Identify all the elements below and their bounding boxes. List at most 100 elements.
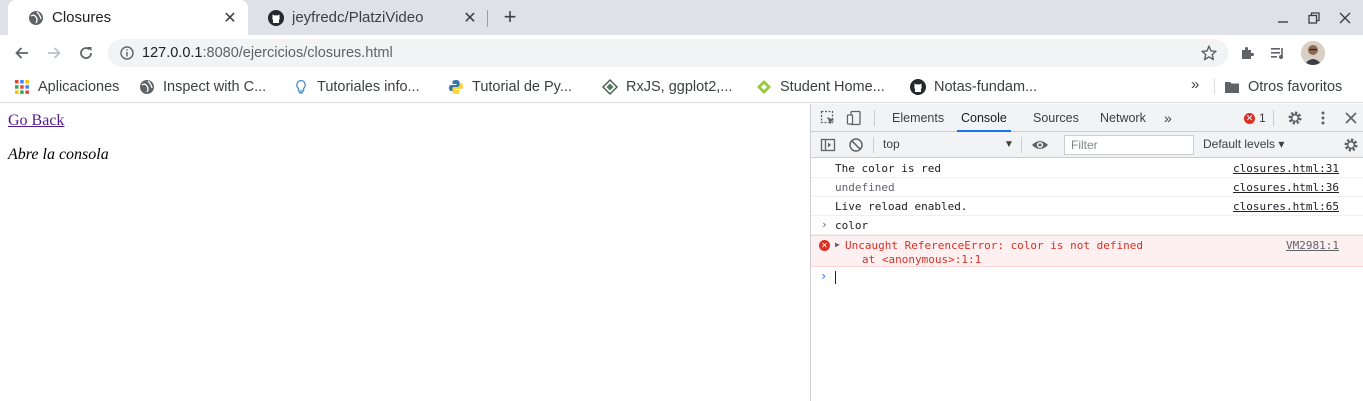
source-link[interactable]: closures.html:36 <box>1233 181 1339 194</box>
tab-separator <box>487 10 488 27</box>
source-link[interactable]: VM2981:1 <box>1286 239 1339 252</box>
python-icon <box>449 80 463 94</box>
bookmark-student-home[interactable]: Student Home... <box>756 77 885 97</box>
bookmark-label: RxJS, ggplot2,... <box>626 79 733 95</box>
bookmark-label: Inspect with C... <box>163 79 267 95</box>
globe-icon <box>140 80 154 94</box>
tab-console[interactable]: Console <box>957 104 1011 132</box>
tab-elements[interactable]: Elements <box>892 104 944 132</box>
page-text: Abre la consola <box>8 146 109 163</box>
tab-title: Closures <box>52 9 112 26</box>
bookmark-tutoriales[interactable]: Tutoriales info... <box>293 77 420 97</box>
bookmark-label: Aplicaciones <box>38 79 120 95</box>
diamond-icon <box>602 79 618 95</box>
address-bar[interactable]: 127.0.0.1:8080/ejercicios/closures.html <box>108 39 1228 67</box>
error-count: 1 <box>1259 111 1266 125</box>
close-devtools-icon[interactable] <box>1342 109 1360 127</box>
console-prompt[interactable]: › <box>811 267 1363 287</box>
arrow-right-icon <box>48 47 61 59</box>
show-sidebar-icon[interactable] <box>819 136 837 154</box>
error-message: Uncaught ReferenceError: color is not de… <box>845 239 1144 252</box>
more-options-icon[interactable] <box>1314 109 1332 127</box>
filter-input[interactable]: Filter <box>1064 135 1194 155</box>
reload-icon <box>80 47 92 59</box>
profile-avatar[interactable] <box>1301 41 1325 65</box>
tab-title: jeyfredc/PlatziVideo <box>292 9 424 26</box>
device-toolbar-icon[interactable] <box>845 109 863 127</box>
extensions-icon[interactable] <box>1237 43 1257 63</box>
console-input-echo: › color <box>811 216 1363 235</box>
bookmark-inspect[interactable]: Inspect with C... <box>139 77 266 97</box>
inspect-element-icon[interactable] <box>819 109 837 127</box>
devtools-tabbar: Elements Console Sources Network » ✕ 1 <box>811 104 1363 132</box>
toolbar-divider <box>873 137 874 153</box>
error-icon: ✕ <box>819 240 830 251</box>
tab-platzivideo[interactable]: jeyfredc/PlatziVideo ✕ <box>248 0 488 35</box>
source-link[interactable]: closures.html:31 <box>1233 162 1339 175</box>
eye-icon[interactable] <box>1031 136 1049 154</box>
bookmark-aplicaciones[interactable]: Aplicaciones <box>14 77 119 97</box>
clear-console-icon[interactable] <box>847 136 865 154</box>
log-levels-dropdown[interactable]: Default levels ▾ <box>1203 137 1284 151</box>
source-link[interactable]: closures.html:65 <box>1233 200 1339 213</box>
bookmark-rxjs[interactable]: RxJS, ggplot2,... <box>602 77 732 97</box>
console-error: ✕ ▶ Uncaught ReferenceError: color is no… <box>811 235 1363 267</box>
error-counter[interactable]: ✕ 1 <box>1244 111 1266 125</box>
info-icon[interactable] <box>120 46 134 60</box>
bookmark-notas[interactable]: Notas-fundam... <box>910 77 1037 97</box>
console-message: Live reload enabled. closures.html:65 <box>811 197 1363 216</box>
bookmark-label: Tutorial de Py... <box>472 79 572 95</box>
bookmark-label: Student Home... <box>780 79 885 95</box>
dropdown-arrow-icon[interactable]: ▼ <box>1004 139 1014 150</box>
message-text: The color is red <box>835 162 941 175</box>
close-window-icon[interactable] <box>1335 8 1355 28</box>
tab-close-icon[interactable]: ✕ <box>220 8 240 28</box>
url-host: 127.0.0.1 <box>142 45 203 61</box>
arrow-left-icon <box>15 47 28 59</box>
tab-network[interactable]: Network <box>1100 104 1146 132</box>
error-stack: at <anonymous>:1:1 <box>862 253 982 266</box>
media-control-icon[interactable] <box>1268 43 1288 63</box>
star-icon[interactable] <box>1200 44 1218 62</box>
message-text: undefined <box>835 181 895 194</box>
page-content: Go Back Abre la consola <box>0 104 810 401</box>
browser-toolbar: 127.0.0.1:8080/ejercicios/closures.html <box>0 35 1363 71</box>
console-message: undefined closures.html:36 <box>811 178 1363 197</box>
console-output: The color is red closures.html:31 undefi… <box>811 159 1363 287</box>
more-tabs-button[interactable]: » <box>1164 104 1172 132</box>
text-cursor <box>835 271 836 284</box>
other-bookmarks-folder[interactable]: Otros favoritos <box>1224 77 1342 97</box>
toolbar-divider <box>874 110 875 126</box>
url-text[interactable]: 127.0.0.1:8080/ejercicios/closures.html <box>142 45 393 61</box>
console-settings-gear-icon[interactable] <box>1342 136 1360 154</box>
message-text: color <box>835 219 869 232</box>
more-bookmarks-button[interactable]: » <box>1191 76 1199 93</box>
toolbar-divider <box>1273 110 1274 126</box>
expand-triangle-icon[interactable]: ▶ <box>835 240 840 249</box>
apps-grid-icon <box>15 80 29 94</box>
bookmark-label: Notas-fundam... <box>934 79 1038 95</box>
leaf-icon <box>757 80 771 94</box>
settings-gear-icon[interactable] <box>1286 109 1304 127</box>
console-message: The color is red closures.html:31 <box>811 159 1363 178</box>
toolbar-divider <box>1021 137 1022 153</box>
restore-icon[interactable] <box>1304 8 1324 28</box>
tab-close-icon[interactable]: ✕ <box>460 8 480 28</box>
reload-button[interactable] <box>74 41 98 65</box>
chevron-right-icon: › <box>821 218 828 231</box>
context-selector[interactable]: top <box>883 137 900 151</box>
bookmarks-separator <box>1214 78 1215 94</box>
github-icon <box>268 9 284 26</box>
forward-button[interactable] <box>42 41 66 65</box>
tab-sources[interactable]: Sources <box>1033 104 1079 132</box>
tab-strip: Closures ✕ jeyfredc/PlatziVideo ✕ + <box>0 0 1363 35</box>
bulb-icon <box>296 79 306 94</box>
minimize-icon[interactable] <box>1273 8 1293 28</box>
tab-closures[interactable]: Closures ✕ <box>8 0 248 35</box>
folder-icon <box>1225 82 1239 93</box>
bookmark-label: Otros favoritos <box>1248 79 1343 95</box>
back-button[interactable] <box>10 41 34 65</box>
new-tab-button[interactable]: + <box>498 6 522 30</box>
bookmark-python[interactable]: Tutorial de Py... <box>448 77 572 97</box>
go-back-link[interactable]: Go Back <box>8 112 64 130</box>
